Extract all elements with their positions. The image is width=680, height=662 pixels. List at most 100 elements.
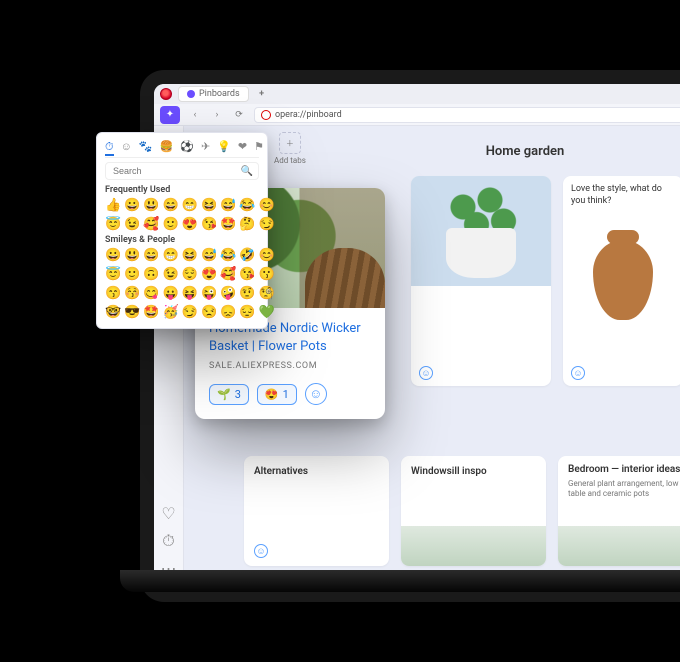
emoji-cell[interactable]: 😝	[182, 285, 198, 301]
emoji-cell[interactable]: 💚	[259, 304, 275, 320]
heart-icon[interactable]: ♡	[161, 504, 175, 523]
card-image	[563, 215, 680, 345]
emoji-cell[interactable]: 😏	[259, 216, 275, 232]
emoji-cell[interactable]: 😉	[163, 266, 179, 282]
tab-travel[interactable]: ✈	[201, 139, 210, 153]
emoji-cell[interactable]: 🙂	[124, 266, 140, 282]
card-plant-pilea[interactable]: ☺	[411, 176, 551, 386]
tab-smileys[interactable]: ☺	[121, 139, 132, 153]
card-windowsill[interactable]: Windowsill inspo	[401, 456, 546, 566]
emoji-cell[interactable]: 😉	[124, 216, 140, 232]
emoji-cell[interactable]: 😛	[163, 285, 179, 301]
emoji-cell[interactable]: 😀	[124, 197, 140, 213]
emoji-cell[interactable]: 😋	[143, 285, 159, 301]
add-reaction-button[interactable]: ☺	[254, 544, 268, 558]
url-field[interactable]: opera://pinboard	[254, 107, 680, 123]
emoji-cell[interactable]: 😙	[105, 285, 121, 301]
reaction-count: 1	[283, 388, 289, 401]
tab-food[interactable]: 🍔	[160, 139, 174, 153]
tab-favicon-icon	[187, 90, 195, 98]
add-reaction-button[interactable]: ☺	[305, 383, 327, 405]
emoji-cell[interactable]: 😍	[182, 216, 198, 232]
card-alternatives[interactable]: Alternatives ☺	[244, 456, 389, 566]
card-image	[411, 176, 551, 286]
tab-pinboards[interactable]: Pinboards	[178, 86, 249, 102]
forward-button[interactable]: ›	[210, 110, 224, 120]
emoji-search-field[interactable]: 🔍	[105, 162, 259, 180]
emoji-search-input[interactable]	[111, 165, 237, 177]
add-reaction-button[interactable]: ☺	[571, 366, 585, 380]
emoji-picker-popover: ⏱ ☺ 🐾 🍔 ⚽ ✈ 💡 ❤ ⚑ 🔍 Frequently Used 👍😀😃😄…	[96, 132, 268, 329]
address-bar: ✦ ‹ › ⟳ opera://pinboard	[154, 104, 680, 126]
emoji-cell[interactable]: 🧐	[259, 285, 275, 301]
emoji-cell[interactable]: 😄	[143, 247, 159, 263]
emoji-cell[interactable]: 😏	[182, 304, 198, 320]
emoji-cell[interactable]: 😍	[201, 266, 217, 282]
tab-animals[interactable]: 🐾	[139, 139, 153, 153]
emoji-cell[interactable]: 😞	[220, 304, 236, 320]
card-title: Bedroom — interior ideas	[568, 464, 680, 475]
emoji-cell[interactable]: 😇	[105, 216, 121, 232]
emoji-cell[interactable]: 🥰	[220, 266, 236, 282]
emoji-cell[interactable]: 😘	[239, 266, 255, 282]
reaction-chip-hearteyes[interactable]: 😍 1	[257, 384, 297, 405]
emoji-cell[interactable]: 😘	[201, 216, 217, 232]
emoji-cell[interactable]: 😀	[105, 247, 121, 263]
emoji-cell[interactable]: 😆	[182, 247, 198, 263]
emoji-cell[interactable]: 😃	[124, 247, 140, 263]
section-smileys-label: Smileys & People	[105, 235, 259, 245]
emoji-cell[interactable]: 🙃	[143, 266, 159, 282]
emoji-cell[interactable]: 😔	[239, 304, 255, 320]
card-subtitle: General plant arrangement, low table and…	[568, 479, 680, 500]
card-vase-note[interactable]: Love the style, what do you think? ☺	[563, 176, 680, 386]
emoji-cell[interactable]: 🤩	[143, 304, 159, 320]
tab-flags[interactable]: ⚑	[254, 139, 264, 153]
emoji-cell[interactable]: 🤣	[239, 247, 255, 263]
emoji-cell[interactable]: 😆	[201, 197, 217, 213]
emoji-cell[interactable]: 😅	[220, 197, 236, 213]
emoji-cell[interactable]: 😂	[239, 197, 255, 213]
emoji-cell[interactable]: 🤩	[220, 216, 236, 232]
emoji-cell[interactable]: 😁	[163, 247, 179, 263]
tab-objects[interactable]: 💡	[217, 139, 231, 153]
emoji-cell[interactable]: 😊	[259, 197, 275, 213]
emoji-cell[interactable]: 😇	[105, 266, 121, 282]
emoji-cell[interactable]: 😌	[182, 266, 198, 282]
emoji-cell[interactable]: 😜	[201, 285, 217, 301]
tab-label: Pinboards	[199, 89, 240, 99]
emoji-cell[interactable]: 😄	[163, 197, 179, 213]
emoji-cell[interactable]: 🤨	[239, 285, 255, 301]
back-button[interactable]: ‹	[188, 110, 202, 120]
emoji-grid-smileys: 😀😃😄😁😆😅😂🤣😊😇🙂🙃😉😌😍🥰😘😗😙😚😋😛😝😜🤪🤨🧐🤓😎🤩🥳😏😒😞😔💚	[105, 247, 259, 320]
emoji-cell[interactable]: 🥰	[143, 216, 159, 232]
emoji-cell[interactable]: 🤓	[105, 304, 121, 320]
tab-activity[interactable]: ⚽	[180, 139, 194, 153]
emoji-cell[interactable]: 👍	[105, 197, 121, 213]
emoji-cell[interactable]: 😊	[259, 247, 275, 263]
new-tab-button[interactable]: +	[255, 87, 269, 101]
tab-strip: Pinboards +	[154, 84, 680, 104]
emoji-cell[interactable]: 🙂	[163, 216, 179, 232]
emoji-cell[interactable]: 😁	[182, 197, 198, 213]
emoji-cell[interactable]: 😃	[143, 197, 159, 213]
emoji-cell[interactable]: 😎	[124, 304, 140, 320]
emoji-cell[interactable]: 🥳	[163, 304, 179, 320]
reaction-chip-seedling[interactable]: 🌱 3	[209, 384, 249, 405]
tab-symbols[interactable]: ❤	[238, 139, 247, 153]
add-reaction-button[interactable]: ☺	[419, 366, 433, 380]
emoji-cell[interactable]: 😗	[259, 266, 275, 282]
card-bedroom-ideas[interactable]: Bedroom — interior ideas General plant a…	[558, 456, 680, 566]
reload-button[interactable]: ⟳	[232, 110, 246, 120]
emoji-category-tabs: ⏱ ☺ 🐾 🍔 ⚽ ✈ 💡 ❤ ⚑	[105, 139, 259, 158]
emoji-cell[interactable]: 🤔	[239, 216, 255, 232]
emoji-cell[interactable]: 😚	[124, 285, 140, 301]
card-caption: Love the style, what do you think?	[563, 176, 680, 215]
emoji-cell[interactable]: 🤪	[220, 285, 236, 301]
history-icon[interactable]: ⏱	[162, 531, 174, 551]
emoji-cell[interactable]: 😅	[201, 247, 217, 263]
card-title: Alternatives	[254, 466, 379, 477]
emoji-cell[interactable]: 😒	[201, 304, 217, 320]
tab-recent[interactable]: ⏱	[105, 142, 114, 156]
workspace-switcher-button[interactable]: ✦	[160, 106, 180, 124]
emoji-cell[interactable]: 😂	[220, 247, 236, 263]
